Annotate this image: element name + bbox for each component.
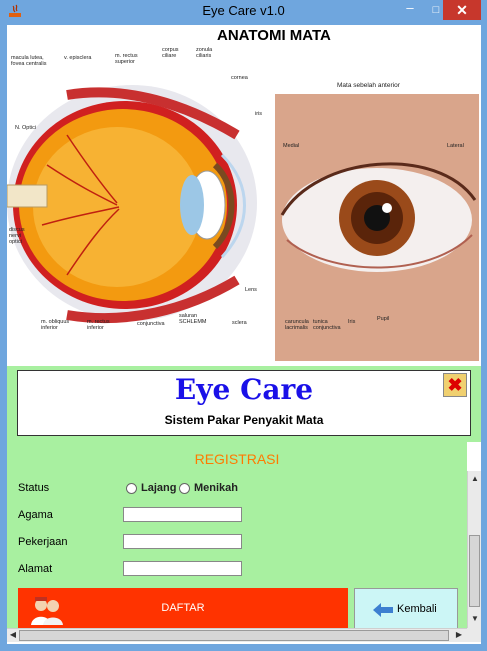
close-x-icon: ✖ xyxy=(447,375,463,395)
label-episclera: v. episclera xyxy=(64,55,92,61)
alamat-input[interactable] xyxy=(123,561,242,576)
scroll-corner xyxy=(467,628,481,642)
vertical-scroll-thumb[interactable] xyxy=(469,535,480,607)
title-bar[interactable]: Eye Care v1.0 – □ ✕ xyxy=(0,0,487,24)
label-rectus-superior: m. rectus superior xyxy=(115,53,138,65)
minimize-button[interactable]: – xyxy=(397,1,423,19)
vertical-scrollbar[interactable]: ▲ ▼ xyxy=(467,471,481,628)
app-window: Eye Care v1.0 – □ ✕ ANATOMI MATA macula … xyxy=(0,0,487,651)
label-schlemm: saluran SCHLEMM xyxy=(179,313,207,325)
label-n-optici: N. Optici xyxy=(15,125,37,131)
scroll-left-icon[interactable]: ◀ xyxy=(7,629,19,641)
pekerjaan-input[interactable] xyxy=(123,534,242,549)
radio-lajang-label: Lajang xyxy=(141,482,177,494)
label-cornea: cornea xyxy=(231,75,248,81)
horizontal-scrollbar[interactable]: ◀ ▶ xyxy=(7,628,467,642)
label-conjunctiva: conjunctiva xyxy=(137,321,165,327)
label-pupil: Pupil xyxy=(377,316,390,322)
kembali-label: Kembali xyxy=(397,603,437,615)
status-label: Status xyxy=(18,482,50,494)
label-macula: macula lutea, fovea centralis xyxy=(11,55,47,67)
daftar-label: DAFTAR xyxy=(161,602,205,614)
label-corpus-ciliare: corpus ciliare xyxy=(162,47,179,59)
exit-button[interactable]: ✖ xyxy=(443,373,467,397)
scroll-up-icon[interactable]: ▲ xyxy=(469,473,481,485)
close-button[interactable]: ✕ xyxy=(443,0,481,20)
scroll-down-icon[interactable]: ▼ xyxy=(469,613,481,625)
back-arrow-icon xyxy=(373,603,393,617)
horizontal-scroll-thumb[interactable] xyxy=(19,630,449,641)
label-obliquus: m. obliquus inferior xyxy=(41,319,70,331)
label-medial: Medial xyxy=(283,143,300,149)
banner: Eye Care Sistem Pakar Penyakit Mata ✖ xyxy=(17,370,471,436)
pekerjaan-label: Pekerjaan xyxy=(18,536,68,548)
section-title: REGISTRASI xyxy=(194,451,280,467)
label-sclera: sclera xyxy=(232,320,247,326)
agama-label: Agama xyxy=(18,509,53,521)
label-rectus-inferior: m. rectus inferior xyxy=(87,319,110,331)
radio-lajang[interactable]: Lajang xyxy=(126,482,176,494)
label-anterior-title: Mata sebelah anterior xyxy=(337,82,400,89)
daftar-button[interactable]: DAFTAR xyxy=(18,588,348,632)
label-zonula: zonula ciliaris xyxy=(196,47,213,59)
kembali-button[interactable]: Kembali xyxy=(354,588,458,632)
label-iris-left: iris xyxy=(255,111,263,117)
label-caruncula: caruncula lacrimalis xyxy=(285,319,309,331)
agama-input[interactable] xyxy=(123,507,242,522)
window-content: ANATOMI MATA macula lutea, fovea central… xyxy=(7,25,481,644)
app-title: Eye Care xyxy=(174,373,314,406)
registration-form: REGISTRASI Status Lajang Menikah Agama P… xyxy=(7,442,467,632)
scroll-right-icon[interactable]: ▶ xyxy=(453,629,465,641)
radio-menikah-label: Menikah xyxy=(194,482,239,494)
banner-panel: Eye Care Sistem Pakar Penyakit Mata ✖ xyxy=(7,366,481,442)
radio-circle-icon xyxy=(126,482,137,494)
label-lens: Lens xyxy=(245,287,257,293)
label-iris-right: Iris xyxy=(348,319,356,325)
label-lateral: Lateral xyxy=(447,143,464,149)
alamat-label: Alamat xyxy=(18,563,53,575)
eye-anatomy-image: ANATOMI MATA macula lutea, fovea central… xyxy=(7,25,481,366)
app-subtitle: Sistem Pakar Penyakit Mata xyxy=(164,413,324,427)
label-tunica: tunica conjunctiva xyxy=(313,319,341,331)
radio-circle-icon xyxy=(179,482,190,494)
radio-menikah[interactable]: Menikah xyxy=(179,482,238,494)
label-discus: discus nervi optici xyxy=(9,227,25,245)
